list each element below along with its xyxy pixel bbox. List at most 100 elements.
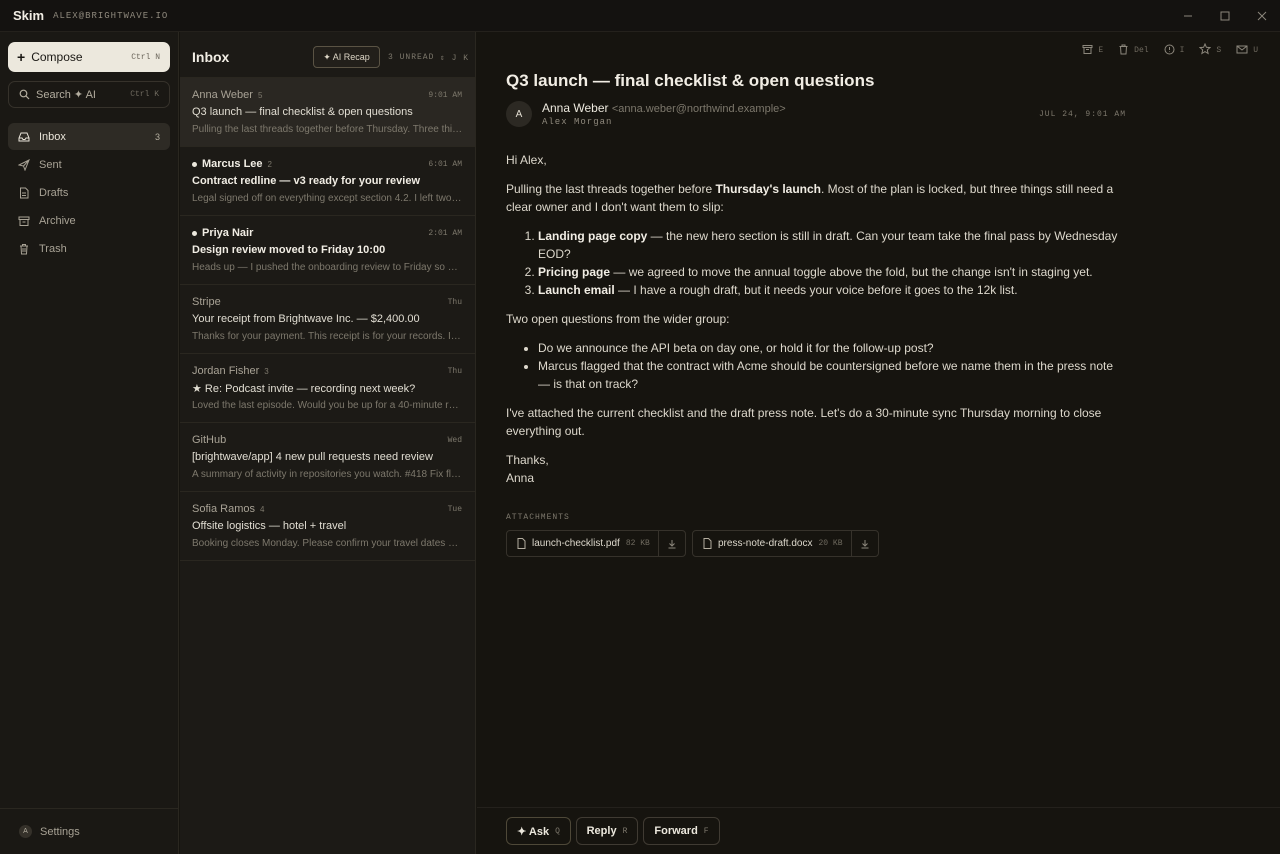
sidebar: + Compose Ctrl N Search ✦ AI Ctrl K Inbo…	[0, 32, 179, 854]
attachment-name: launch-checklist.pdf	[532, 538, 620, 549]
plus-icon: +	[17, 49, 26, 65]
minimize-icon[interactable]	[1169, 0, 1206, 32]
reading-pane: E Del I S U Q3 launch — final checklist …	[477, 32, 1280, 854]
snooze-button[interactable]: I	[1164, 43, 1184, 58]
sidebar-item-label: Sent	[39, 158, 62, 171]
attachment-item[interactable]: press-note-draft.docx 20 KB	[692, 530, 879, 557]
draft-icon	[18, 187, 30, 199]
preview: A summary of activity in repositories yo…	[192, 469, 461, 480]
list-item: Marcus flagged that the contract with Ac…	[538, 357, 1126, 393]
shortcut-key: U	[1253, 46, 1258, 55]
sender-name[interactable]: Anna Weber	[542, 101, 609, 115]
forward-label: Forward	[654, 825, 698, 837]
timestamp: Thu	[447, 298, 462, 307]
sidebar-item-label: Archive	[39, 214, 76, 227]
delete-button[interactable]: Del	[1118, 43, 1149, 58]
send-icon	[18, 158, 30, 171]
reply-button[interactable]: Reply R	[576, 817, 638, 845]
search-shortcut: Ctrl K	[130, 90, 159, 99]
sidebar-item-inbox[interactable]: Inbox 3	[8, 123, 170, 150]
preview: Legal signed off on everything except se…	[192, 193, 463, 204]
window-controls	[1169, 0, 1280, 32]
attachment-name: press-note-draft.docx	[718, 538, 813, 549]
download-icon[interactable]	[851, 531, 878, 556]
account-email: ALEX@BRIGHTWAVE.IO	[53, 10, 169, 21]
app-name: Skim	[13, 8, 45, 23]
ai-recap-button[interactable]: ✦ AI Recap	[313, 46, 380, 68]
shortcut-key: R	[622, 826, 628, 836]
trash-icon	[1118, 43, 1129, 58]
sidebar-item-drafts[interactable]: Drafts	[8, 179, 170, 206]
subject: Q3 launch — final checklist & open quest…	[192, 106, 413, 118]
thread-count: 3	[264, 366, 269, 376]
numbered-list: Landing page copy — the new hero section…	[538, 227, 1126, 299]
list-item: Do we announce the API beta on day one, …	[538, 339, 1126, 357]
email-subject: Q3 launch — final checklist & open quest…	[506, 71, 875, 90]
file-icon	[703, 538, 713, 550]
search-placeholder: Search ✦ AI	[36, 89, 96, 101]
subject: [brightwave/app] 4 new pull requests nee…	[192, 451, 433, 463]
archive-button[interactable]: E	[1082, 43, 1103, 58]
shortcut-key: S	[1216, 46, 1222, 55]
list-item[interactable]: Jordan Fisher 3 Thu ★ Re: Podcast invite …	[180, 354, 475, 423]
sidebar-item-archive[interactable]: Archive	[8, 207, 170, 234]
bold-text: Pricing page	[538, 265, 611, 279]
mail-icon	[1236, 43, 1248, 58]
list-item[interactable]: GitHub Wed [brightwave/app] 4 new pull r…	[180, 423, 475, 492]
star-button[interactable]: S	[1199, 42, 1222, 58]
list-item[interactable]: Sofia Ramos 4 Tue Offsite logistics — hot…	[180, 492, 475, 561]
email-date: JUL 24, 9:01 AM	[1039, 110, 1127, 119]
compose-button[interactable]: + Compose Ctrl N	[8, 42, 170, 72]
ask-ai-button[interactable]: ✦ Ask Q	[506, 817, 571, 845]
message-list: Inbox ✦ AI Recap 3 UNREAD ⇕ J K Anna Web…	[180, 32, 476, 854]
list-item[interactable]: Marcus Lee 2 6:01 AM Contract redline — v…	[180, 147, 475, 216]
message-toolbar: E Del I S U	[1067, 42, 1258, 58]
sidebar-item-trash[interactable]: Trash	[8, 235, 170, 262]
close-icon[interactable]	[1243, 0, 1280, 32]
sender: Priya Nair	[192, 227, 258, 239]
mark-unread-button[interactable]: U	[1236, 43, 1258, 58]
unread-dot-icon	[192, 230, 197, 236]
bullet-list: Do we announce the API beta on day one, …	[538, 339, 1126, 393]
sender: Marcus Lee 2	[192, 158, 272, 170]
list-item[interactable]: Priya Nair 2:01 AM Design review moved t…	[180, 216, 475, 285]
greeting: Hi Alex,	[506, 153, 547, 167]
unread-dot-icon	[192, 161, 197, 167]
paragraph: I've attached the current checklist and …	[506, 406, 1102, 438]
forward-button[interactable]: Forward F	[643, 817, 720, 845]
avatar: A	[506, 101, 532, 127]
list-item: Landing page copy — the new hero section…	[538, 227, 1126, 263]
thread-count: 2	[267, 159, 272, 169]
thread-count: 5	[257, 90, 263, 100]
sidebar-item-label: Drafts	[39, 186, 69, 199]
download-icon[interactable]	[658, 531, 685, 556]
maximize-icon[interactable]	[1206, 0, 1243, 32]
folder-nav: Inbox 3 Sent Drafts Archive Trash	[8, 123, 170, 263]
ask-label: ✦ Ask	[517, 825, 550, 838]
bold-text: Thursday's launch	[715, 182, 822, 196]
preview: Thanks for your payment. This receipt is…	[192, 331, 461, 342]
sidebar-item-sent[interactable]: Sent	[8, 151, 170, 178]
list-item[interactable]: Anna Weber 5 9:01 AM Q3 launch — final ch…	[180, 78, 475, 147]
avatar: A	[19, 825, 32, 838]
subject: Contract redline — v3 ready for your rev…	[192, 175, 421, 187]
shortcut-key: E	[1098, 46, 1104, 55]
sender: Stripe	[192, 296, 226, 308]
list-item[interactable]: Stripe Thu Your receipt from Brightwave …	[180, 285, 475, 354]
attachment-item[interactable]: launch-checklist.pdf 82 KB	[506, 530, 686, 557]
reply-label: Reply	[586, 825, 617, 837]
timestamp: 6:01 AM	[428, 160, 462, 169]
settings-button[interactable]: A Settings	[0, 808, 179, 854]
paragraph: Two open questions from the wider group:	[506, 312, 730, 326]
sender: Sofia Ramos 4	[192, 503, 264, 515]
item-text: — we agreed to move the annual toggle ab…	[610, 265, 1093, 279]
sender: Anna Weber 5	[192, 89, 262, 101]
sender-name: Marcus Lee	[202, 158, 263, 170]
list-title: Inbox	[192, 49, 230, 65]
search-input[interactable]: Search ✦ AI Ctrl K	[8, 81, 170, 108]
recipient-name: Alex Morgan	[542, 117, 613, 127]
signature: Anna	[506, 471, 535, 485]
list-item: Pricing page — we agreed to move the ann…	[538, 263, 1126, 281]
unread-count: 3	[154, 131, 160, 142]
thread-count: 4	[259, 504, 265, 514]
